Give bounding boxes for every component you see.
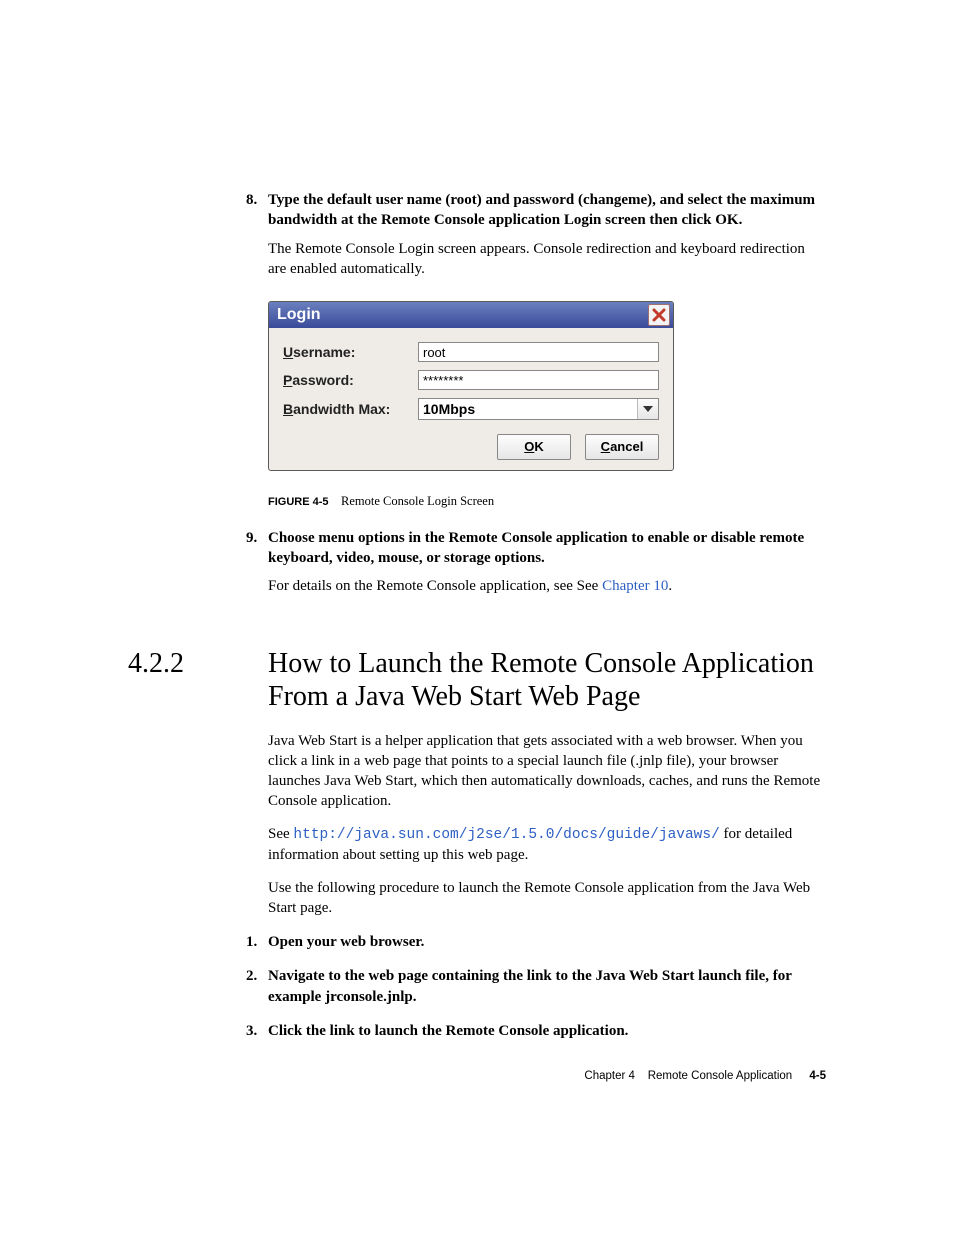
step-9: 9. Choose menu options in the Remote Con… bbox=[268, 528, 826, 597]
username-input[interactable] bbox=[418, 342, 659, 362]
javaws-url-link[interactable]: http://java.sun.com/j2se/1.5.0/docs/guid… bbox=[293, 827, 719, 843]
chapter-link[interactable]: Chapter 10 bbox=[602, 578, 668, 594]
step-instruction: Choose menu options in the Remote Consol… bbox=[268, 530, 804, 566]
login-dialog: Login Username: Password: bbox=[268, 301, 674, 471]
close-icon bbox=[652, 308, 666, 322]
paragraph: See http://java.sun.com/j2se/1.5.0/docs/… bbox=[268, 824, 826, 866]
step-number: 2. bbox=[246, 966, 257, 986]
paragraph: Use the following procedure to launch th… bbox=[268, 878, 826, 919]
password-input[interactable] bbox=[418, 370, 659, 390]
section-title: How to Launch the Remote Console Applica… bbox=[268, 647, 826, 713]
figure-title: Remote Console Login Screen bbox=[341, 494, 494, 508]
bandwidth-value: 10Mbps bbox=[419, 399, 637, 419]
login-titlebar: Login bbox=[269, 302, 673, 328]
figure-label: FIGURE 4-5 bbox=[268, 496, 329, 508]
footer-title: Remote Console Application bbox=[648, 1070, 792, 1082]
password-row: Password: bbox=[283, 370, 659, 390]
step-instruction: Type the default user name (root) and pa… bbox=[268, 192, 815, 228]
procedure-step-3: 3. Click the link to launch the Remote C… bbox=[268, 1021, 826, 1041]
password-label: Password: bbox=[283, 371, 418, 390]
bandwidth-row: Bandwidth Max: 10Mbps bbox=[283, 398, 659, 420]
login-title-text: Login bbox=[277, 304, 321, 326]
footer-page: 4-5 bbox=[809, 1070, 826, 1082]
username-row: Username: bbox=[283, 342, 659, 362]
bandwidth-select[interactable]: 10Mbps bbox=[418, 398, 659, 420]
step-instruction: Click the link to launch the Remote Cons… bbox=[268, 1023, 628, 1039]
step-number: 8. bbox=[246, 190, 257, 210]
ok-button[interactable]: OK bbox=[497, 434, 571, 460]
bandwidth-label: Bandwidth Max: bbox=[283, 400, 418, 419]
section-number: 4.2.2 bbox=[128, 645, 268, 683]
figure-caption: FIGURE 4-5 Remote Console Login Screen bbox=[268, 493, 826, 510]
procedure-step-2: 2. Navigate to the web page containing t… bbox=[268, 966, 826, 1007]
paragraph: Java Web Start is a helper application t… bbox=[268, 731, 826, 812]
step-instruction: Navigate to the web page containing the … bbox=[268, 968, 792, 1004]
page-footer: Chapter 4 Remote Console Application 4-5 bbox=[584, 1069, 826, 1085]
cancel-button[interactable]: Cancel bbox=[585, 434, 659, 460]
username-label: Username: bbox=[283, 343, 418, 362]
figure-login-screen: Login Username: Password: bbox=[268, 301, 826, 510]
step-number: 9. bbox=[246, 528, 257, 548]
step-number: 3. bbox=[246, 1021, 257, 1041]
step-number: 1. bbox=[246, 932, 257, 952]
procedure-step-1: 1. Open your web browser. bbox=[268, 932, 826, 952]
step-note: For details on the Remote Console applic… bbox=[268, 576, 826, 596]
chevron-down-icon bbox=[637, 399, 658, 419]
step-result: The Remote Console Login screen appears.… bbox=[268, 239, 826, 280]
step-8: 8. Type the default user name (root) and… bbox=[268, 190, 826, 279]
step-instruction: Open your web browser. bbox=[268, 934, 424, 950]
footer-chapter: Chapter 4 bbox=[584, 1070, 635, 1082]
close-button[interactable] bbox=[648, 304, 670, 326]
section-heading: 4.2.2 How to Launch the Remote Console A… bbox=[128, 645, 826, 713]
